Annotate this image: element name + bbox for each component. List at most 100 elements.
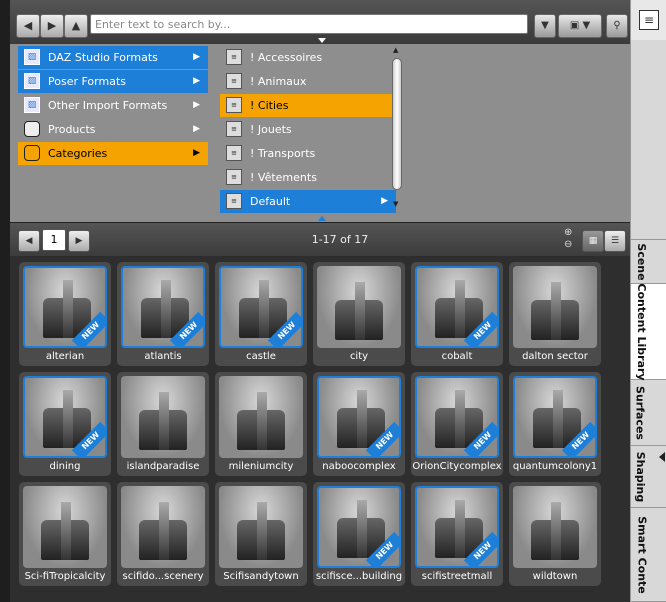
list-view-button[interactable]: ☰ <box>604 230 626 252</box>
scroll-down-icon[interactable]: ▼ <box>393 200 398 208</box>
content-item-label: Sci-fiTropicalcity <box>24 571 106 582</box>
tree-item-format-2[interactable]: ▨ Other Import Formats ▶ <box>18 94 208 117</box>
category-folder-icon: ≡ <box>226 121 242 137</box>
forward-button[interactable]: ▶ <box>40 14 64 38</box>
content-item[interactable]: NEW scifistreetmall <box>411 482 503 586</box>
page-range-label: 1-17 of 17 <box>311 233 369 246</box>
thumbnail <box>513 266 597 348</box>
thumbnail: NEW <box>219 266 303 348</box>
tab-spacer <box>631 40 666 240</box>
tree-item-category-label: ! Vêtements <box>250 171 317 184</box>
content-item[interactable]: city <box>313 262 405 366</box>
content-item-label: islandparadise <box>126 461 200 472</box>
tree-item-format-4[interactable]: Categories ▶ <box>18 142 208 165</box>
collapse-arrow-icon[interactable] <box>659 452 665 462</box>
thumbnail <box>219 376 303 458</box>
scene-tower <box>257 392 267 450</box>
category-folder-icon: ≡ <box>226 73 242 89</box>
content-item[interactable]: NEW quantumcolony1 <box>509 372 601 476</box>
content-grid: NEW alterian NEW atlantis NEW castle city NEW co… <box>10 256 630 602</box>
thumbnail <box>513 486 597 568</box>
thumbnail: NEW <box>23 376 107 458</box>
splitter-handle-bottom[interactable] <box>318 216 326 221</box>
tab-scene[interactable]: Scene <box>631 240 666 284</box>
tree-item-category-2[interactable]: ≡ ! Cities <box>220 94 396 117</box>
thumbnail: NEW <box>317 376 401 458</box>
search-options-dropdown[interactable]: ▼ <box>534 14 556 38</box>
thumbnail: NEW <box>415 376 499 458</box>
tree-item-format-label: Categories <box>48 147 108 160</box>
tree-item-category-4[interactable]: ≡ ! Transports <box>220 142 396 165</box>
content-item[interactable]: NEW OrionCitycomplex <box>411 372 503 476</box>
tree-item-category-3[interactable]: ≡ ! Jouets <box>220 118 396 141</box>
prev-page-button[interactable]: ◀ <box>18 230 40 252</box>
menu-icon: ≡ <box>639 10 659 30</box>
content-library-window: ◀ ▶ ▲ Enter text to search by... ▼ ▣ ▼ ⚲… <box>0 0 666 602</box>
toolbar: ◀ ▶ ▲ Enter text to search by... ▼ ▣ ▼ ⚲ <box>10 0 630 45</box>
thumbnail <box>121 376 205 458</box>
content-item[interactable]: Scifisandytown <box>215 482 307 586</box>
tab-shaping-label: Shaping <box>633 451 647 502</box>
tree-item-category-label: ! Animaux <box>250 75 307 88</box>
content-item[interactable]: islandparadise <box>117 372 209 476</box>
scene-tower <box>355 282 365 340</box>
content-item-label: city <box>349 351 369 362</box>
scene-tower <box>63 390 73 448</box>
database-dropdown[interactable]: ▣ ▼ <box>558 14 602 38</box>
thumbnail <box>121 486 205 568</box>
database-icon <box>24 121 40 137</box>
up-button[interactable]: ▲ <box>64 14 88 38</box>
tree-item-category-1[interactable]: ≡ ! Animaux <box>220 70 396 93</box>
content-item-label: scifisce...building <box>315 571 403 582</box>
page-number-field[interactable]: 1 <box>42 229 66 251</box>
content-item[interactable]: NEW scifisce...building <box>313 482 405 586</box>
tab-smart-content[interactable]: Smart Conte <box>631 508 666 602</box>
tree-item-format-0[interactable]: ▨ DAZ Studio Formats ▶ <box>18 46 208 69</box>
back-button[interactable]: ◀ <box>16 14 40 38</box>
next-page-button[interactable]: ▶ <box>68 230 90 252</box>
content-item[interactable]: NEW naboocomplex <box>313 372 405 476</box>
content-item[interactable]: wildtown <box>509 482 601 586</box>
tree-item-format-label: Other Import Formats <box>48 99 168 112</box>
content-item[interactable]: NEW atlantis <box>117 262 209 366</box>
thumbnail: NEW <box>513 376 597 458</box>
content-item[interactable]: NEW dining <box>19 372 111 476</box>
thumbnail: NEW <box>121 266 205 348</box>
content-item[interactable]: NEW alterian <box>19 262 111 366</box>
scene-tower <box>551 282 561 340</box>
panel-menu[interactable]: ≡ <box>630 0 666 40</box>
content-item[interactable]: NEW cobalt <box>411 262 503 366</box>
scene-tower <box>159 502 169 560</box>
grid-view-button[interactable]: ▦ <box>582 230 604 252</box>
thumbnail: NEW <box>415 266 499 348</box>
content-item[interactable]: mileniumcity <box>215 372 307 476</box>
content-item-label: castle <box>246 351 276 362</box>
content-item[interactable]: NEW castle <box>215 262 307 366</box>
tree-item-category-5[interactable]: ≡ ! Vêtements <box>220 166 396 189</box>
zoom-stepper[interactable]: ⊕ ⊖ <box>564 227 580 251</box>
content-item[interactable]: scifido...scenery <box>117 482 209 586</box>
content-item[interactable]: dalton sector <box>509 262 601 366</box>
scene-tower <box>63 280 73 338</box>
search-button[interactable]: ⚲ <box>606 14 628 38</box>
scene-tower <box>161 280 171 338</box>
scene-tower <box>455 280 465 338</box>
tree-item-format-1[interactable]: ▨ Poser Formats ▶ <box>18 70 208 93</box>
tree-item-format-3[interactable]: Products ▶ <box>18 118 208 141</box>
content-item-label: cobalt <box>441 351 473 362</box>
content-item-label: alterian <box>45 351 85 362</box>
scroll-up-icon[interactable]: ▲ <box>393 46 398 54</box>
panel-tabs: Scene Content Library Surfaces Shaping S… <box>630 40 666 602</box>
content-item[interactable]: Sci-fiTropicalcity <box>19 482 111 586</box>
scene-tower <box>553 390 563 448</box>
tree-item-category-0[interactable]: ≡ ! Accessoires <box>220 46 396 69</box>
tree-item-category-6[interactable]: ≡ Default ▶ <box>220 190 396 213</box>
thumbnail: NEW <box>317 486 401 568</box>
splitter-handle-top[interactable] <box>318 38 326 43</box>
tab-surfaces[interactable]: Surfaces <box>631 380 666 446</box>
search-input[interactable]: Enter text to search by... <box>90 14 528 34</box>
tab-content-library[interactable]: Content Library <box>631 283 666 380</box>
scroll-thumb[interactable] <box>392 58 402 190</box>
tree-scrollbar[interactable]: ▲ ▼ <box>392 46 402 208</box>
scene-tower <box>455 390 465 448</box>
